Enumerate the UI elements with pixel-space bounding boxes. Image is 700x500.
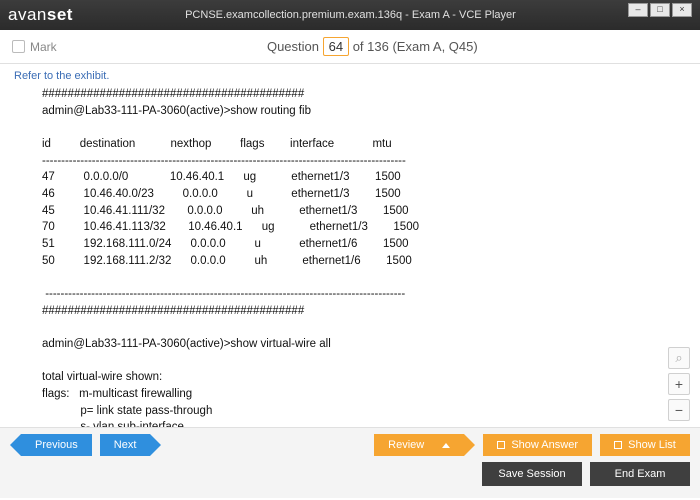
question-indicator: Question 64 of 136 (Exam A, Q45) — [57, 37, 688, 56]
window-controls: – □ × — [628, 3, 692, 17]
show-list-button[interactable]: Show List — [600, 434, 690, 456]
zoom-out-button[interactable]: − — [668, 399, 690, 421]
content-area: Refer to the exhibit. ##################… — [0, 64, 700, 428]
footer-row-2: Save Session End Exam — [10, 462, 690, 486]
next-button[interactable]: Next — [100, 434, 151, 456]
stop-icon — [614, 441, 622, 449]
exhibit-header: Refer to the exhibit. — [14, 70, 686, 82]
toolbar: Mark Question 64 of 136 (Exam A, Q45) — [0, 30, 700, 64]
app-logo: avanset — [8, 5, 73, 25]
show-answer-button[interactable]: Show Answer — [483, 434, 592, 456]
maximize-button[interactable]: □ — [650, 3, 670, 17]
zoom-in-button[interactable]: + — [668, 373, 690, 395]
chevron-up-icon — [442, 443, 450, 448]
close-button[interactable]: × — [672, 3, 692, 17]
zoom-controls: ⌕ + − — [668, 347, 690, 421]
question-number: 64 — [323, 37, 349, 56]
mark-checkbox[interactable] — [12, 40, 25, 53]
footer: Previous Next Review Show Answer Show Li… — [0, 428, 700, 498]
review-button[interactable]: Review — [374, 434, 464, 456]
mark-checkbox-group[interactable]: Mark — [12, 40, 57, 54]
zoom-fit-button[interactable]: ⌕ — [668, 347, 690, 369]
mark-label: Mark — [30, 40, 57, 54]
titlebar: avanset PCNSE.examcollection.premium.exa… — [0, 0, 700, 30]
window-title: PCNSE.examcollection.premium.exam.136q -… — [73, 9, 628, 21]
footer-row-1: Previous Next Review Show Answer Show Li… — [10, 434, 690, 456]
previous-button[interactable]: Previous — [21, 434, 92, 456]
minimize-button[interactable]: – — [628, 3, 648, 17]
end-exam-button[interactable]: End Exam — [590, 462, 690, 486]
exhibit-body: ########################################… — [14, 86, 686, 428]
stop-icon — [497, 441, 505, 449]
save-session-button[interactable]: Save Session — [482, 462, 582, 486]
